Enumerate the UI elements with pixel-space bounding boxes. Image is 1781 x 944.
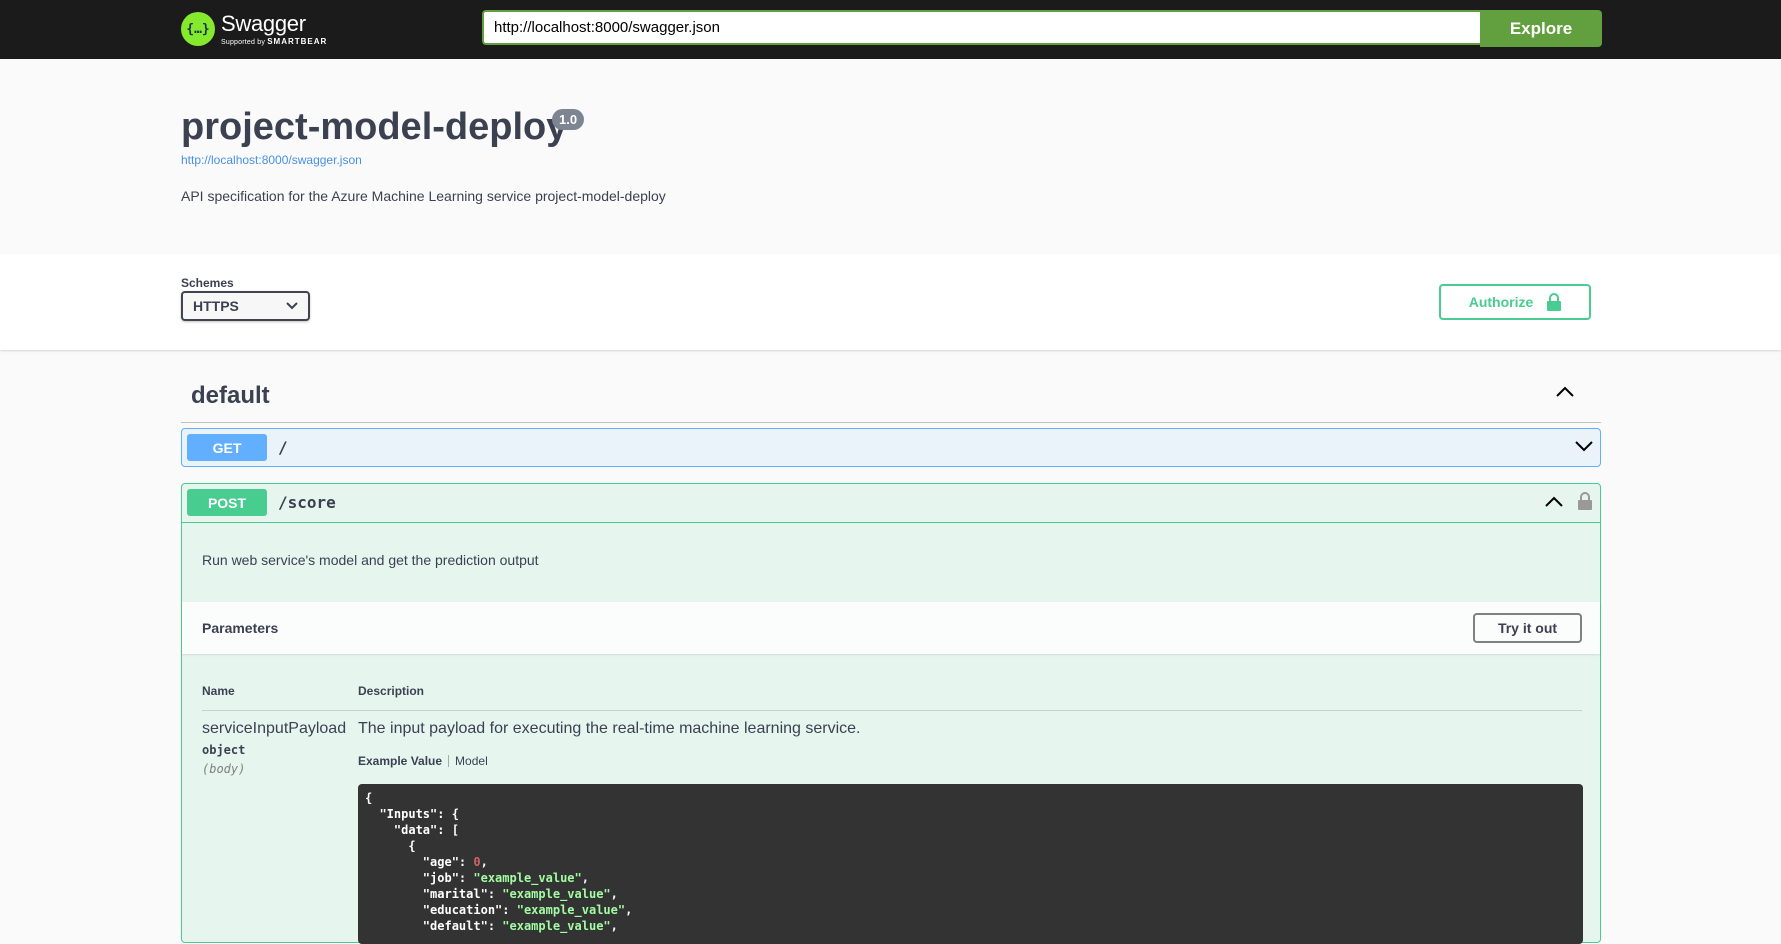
- code-key: "marital": [422, 887, 488, 901]
- operation-path: /: [278, 438, 288, 457]
- chevron-down-icon[interactable]: [1574, 439, 1594, 453]
- logo-subtitle: Supported by SMARTBEAR: [221, 36, 328, 46]
- opblock-summary-post[interactable]: POST /score: [182, 484, 1600, 522]
- code-key: "data": [393, 823, 438, 837]
- topbar: {…} Swagger Supported by SMARTBEAR Explo…: [0, 0, 1781, 59]
- parameters-section-header: Parameters Try it out: [182, 602, 1600, 654]
- code-key: "age": [422, 855, 459, 869]
- code-value: {: [408, 839, 416, 853]
- operation-description: Run web service's model and get the pred…: [202, 552, 539, 568]
- logo-name: Swagger: [221, 10, 306, 36]
- code-line: {: [365, 838, 1576, 854]
- opblock-summary-get[interactable]: GET /: [182, 429, 1600, 467]
- code-value: "example_value": [502, 887, 611, 901]
- code-line: {: [365, 790, 1576, 806]
- scheme-select[interactable]: HTTPS: [181, 291, 310, 321]
- chevron-up-icon[interactable]: [1544, 494, 1564, 508]
- authorize-label: Authorize: [1468, 294, 1534, 310]
- tab-example-value[interactable]: Example Value: [358, 754, 442, 768]
- scheme-container: Schemes HTTPS Authorize: [0, 254, 1781, 350]
- parameter-name: serviceInputPayload: [202, 720, 347, 737]
- swagger-logo-icon: {…}: [181, 12, 215, 46]
- code-key: "education": [422, 903, 503, 917]
- parameter-in: (body): [202, 762, 246, 776]
- explore-button[interactable]: Explore: [1480, 10, 1602, 47]
- code-line: "marital": "example_value",: [422, 887, 618, 901]
- code-value: "example_value": [502, 919, 611, 933]
- code-value: "example_value": [516, 903, 626, 917]
- code-line: "age": 0,: [422, 855, 488, 869]
- column-header-name: Name: [202, 684, 235, 698]
- code-key: "default": [422, 919, 488, 933]
- authorize-button[interactable]: Authorize: [1439, 284, 1591, 320]
- parameters-title: Parameters: [202, 620, 279, 636]
- tab-separator: [448, 755, 450, 767]
- method-badge-post: POST: [187, 489, 267, 516]
- code-value: "example_value": [473, 871, 582, 885]
- scheme-selected-value: HTTPS: [193, 298, 239, 314]
- tag-header-default[interactable]: default: [181, 372, 1601, 423]
- code-line: "Inputs": {: [379, 807, 459, 821]
- chevron-up-icon[interactable]: [1555, 384, 1575, 398]
- example-value-code[interactable]: { "Inputs": { "data": [ { "age": 0, "job…: [358, 784, 1583, 944]
- opblock-post-score: POST /score Run web service's model and …: [181, 483, 1601, 944]
- code-key: "job": [422, 871, 459, 885]
- tab-model[interactable]: Model: [455, 754, 488, 768]
- spec-url-link[interactable]: http://localhost:8000/swagger.json: [181, 153, 362, 167]
- lock-icon[interactable]: [1578, 492, 1592, 510]
- swagger-logo[interactable]: {…} Swagger Supported by SMARTBEAR: [181, 9, 327, 49]
- divider: [202, 710, 1582, 711]
- parameter-type: object: [202, 743, 246, 757]
- code-value: {: [451, 807, 459, 821]
- code-value: {: [365, 791, 373, 805]
- method-badge-get: GET: [187, 434, 267, 461]
- tag-title: default: [191, 382, 270, 409]
- code-value: [: [451, 823, 459, 837]
- code-key: "Inputs": [379, 807, 438, 821]
- parameter-description: The input payload for executing the real…: [358, 720, 861, 737]
- chevron-down-icon: [286, 302, 298, 310]
- schemes-label: Schemes: [181, 276, 234, 290]
- code-line: "data": [: [393, 823, 459, 837]
- version-badge: 1.0: [552, 109, 585, 130]
- api-description: API specification for the Azure Machine …: [181, 188, 666, 204]
- code-line: "education": "example_value",: [422, 903, 633, 917]
- spec-url-input[interactable]: [482, 10, 1480, 45]
- code-line: "job": "example_value",: [422, 871, 589, 885]
- opblock-get-root: GET /: [181, 428, 1601, 467]
- example-model-tabs: Example Value Model: [358, 754, 488, 768]
- code-line: "default": "example_value",: [422, 919, 618, 933]
- lock-icon: [1547, 293, 1562, 311]
- divider: [182, 522, 1600, 523]
- try-it-out-button[interactable]: Try it out: [1473, 613, 1582, 643]
- code-value: 0: [473, 855, 481, 869]
- api-title: project-model-deploy: [181, 106, 568, 148]
- column-header-description: Description: [358, 684, 425, 698]
- operation-path: /score: [278, 493, 336, 512]
